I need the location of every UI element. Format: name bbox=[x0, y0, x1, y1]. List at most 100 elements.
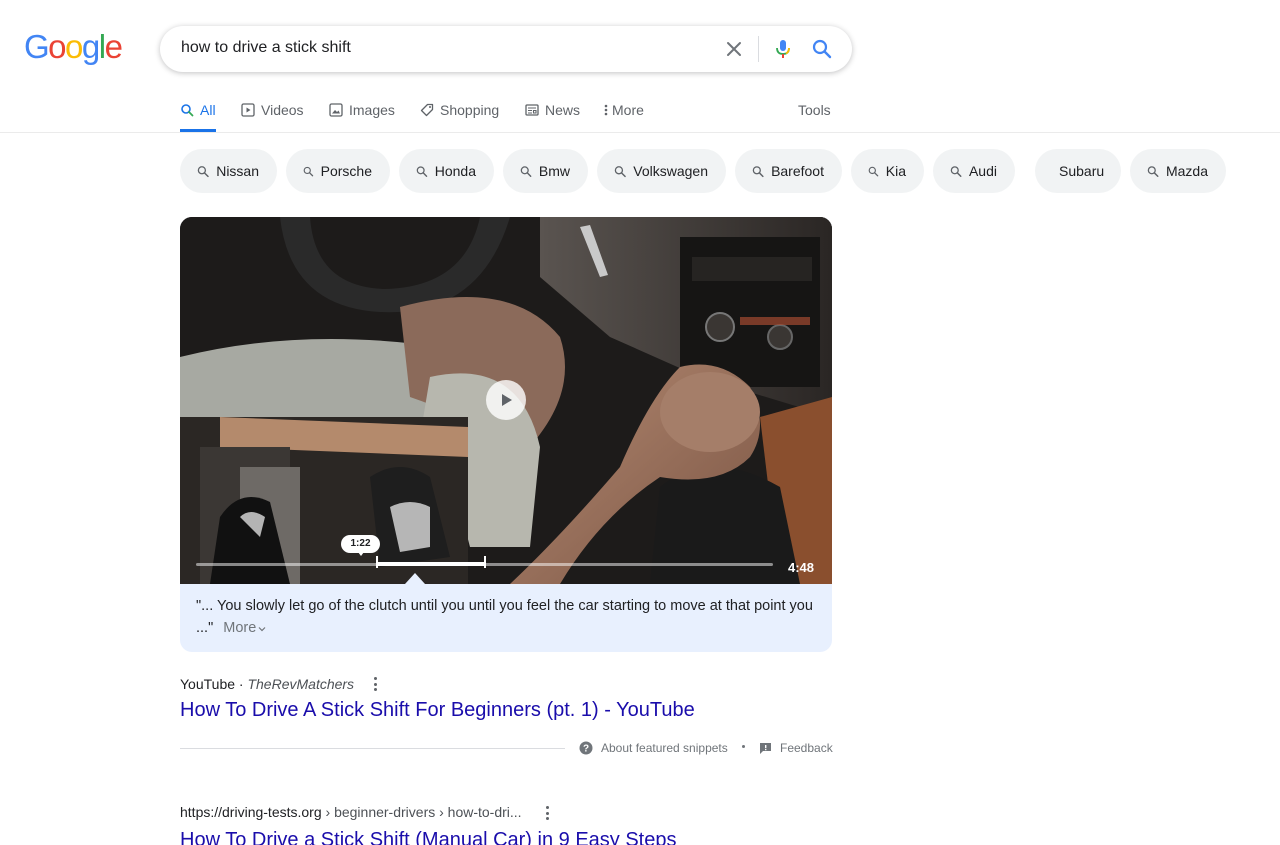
featured-video-card: 1:22 4:48 "... You slowly let go of the … bbox=[180, 217, 832, 652]
source-site: YouTube bbox=[180, 676, 236, 692]
logo-letter: g bbox=[81, 28, 100, 65]
transcript-snippet: "... You slowly let go of the clutch unt… bbox=[196, 595, 821, 639]
tab-label: Videos bbox=[261, 102, 304, 118]
search-icon bbox=[752, 165, 764, 177]
chip-subaru[interactable]: Subaru bbox=[1035, 149, 1121, 193]
logo-letter: o bbox=[48, 28, 66, 65]
help-icon: ? bbox=[579, 741, 593, 755]
tab-shopping[interactable]: Shopping bbox=[420, 100, 499, 132]
search-divider bbox=[758, 36, 759, 62]
chip-barefoot[interactable]: Barefoot bbox=[735, 149, 842, 193]
result-source: YouTube · TheRevMatchers bbox=[180, 676, 354, 692]
search-icon bbox=[303, 166, 314, 176]
more-button[interactable]: More bbox=[223, 620, 266, 636]
feedback-label: Feedback bbox=[780, 741, 833, 755]
play-button[interactable] bbox=[486, 380, 526, 420]
search-icon bbox=[520, 165, 532, 177]
tab-label: More bbox=[612, 102, 644, 118]
tools-label: Tools bbox=[798, 102, 831, 118]
chip-mazda[interactable]: Mazda bbox=[1130, 149, 1226, 193]
tab-all[interactable]: All bbox=[180, 100, 216, 132]
result-url: https://driving-tests.org › beginner-dri… bbox=[180, 804, 522, 820]
image-icon bbox=[329, 103, 343, 117]
google-logo[interactable]: Google bbox=[24, 28, 123, 65]
tab-label: News bbox=[545, 102, 581, 118]
chip-label: Nissan bbox=[216, 163, 259, 179]
tab-label: All bbox=[200, 102, 216, 118]
microphone-icon bbox=[776, 40, 790, 58]
dot bbox=[373, 682, 377, 686]
search-icon bbox=[868, 166, 879, 176]
footer-dot bbox=[742, 745, 745, 748]
search-box[interactable]: how to drive a stick shift bbox=[160, 26, 852, 72]
clear-search-button[interactable] bbox=[724, 39, 744, 59]
search-icon bbox=[416, 165, 428, 177]
chip-label: Volkswagen bbox=[633, 163, 708, 179]
dot bbox=[545, 806, 549, 809]
svg-text:?: ? bbox=[583, 744, 589, 755]
chip-audi[interactable]: Audi bbox=[933, 149, 1015, 193]
chip-label: Audi bbox=[968, 163, 997, 179]
chip-label: Barefoot bbox=[771, 163, 824, 179]
clip-start-marker bbox=[376, 556, 378, 568]
video-thumbnail[interactable]: 1:22 4:48 bbox=[180, 217, 832, 584]
tab-label: Images bbox=[349, 102, 395, 118]
chip-nissan[interactable]: Nissan bbox=[180, 149, 277, 193]
footer-divider bbox=[180, 748, 565, 749]
dot bbox=[545, 811, 549, 815]
chip-honda[interactable]: Honda bbox=[399, 149, 494, 193]
tab-news[interactable]: News bbox=[525, 100, 580, 132]
result-breadcrumb: › beginner-drivers › how-to-dri... bbox=[321, 804, 522, 820]
result-options-button[interactable] bbox=[369, 676, 381, 692]
header-divider bbox=[0, 132, 1280, 133]
tag-icon bbox=[420, 103, 434, 117]
search-icon bbox=[181, 104, 194, 117]
about-featured-snippets-link[interactable]: ? About featured snippets bbox=[579, 741, 728, 755]
close-icon bbox=[727, 42, 741, 56]
chip-label: Bmw bbox=[538, 163, 570, 179]
highlighted-clip-segment bbox=[376, 556, 486, 568]
source-separator: · bbox=[235, 676, 248, 692]
chip-label: Subaru bbox=[1059, 163, 1105, 179]
search-icon bbox=[614, 165, 626, 177]
logo-letter: o bbox=[65, 28, 83, 65]
result-title-link[interactable]: How To Drive A Stick Shift For Beginners… bbox=[180, 699, 695, 722]
chip-porsche[interactable]: Porsche bbox=[286, 149, 390, 193]
about-label: About featured snippets bbox=[601, 741, 728, 755]
video-icon bbox=[241, 103, 255, 117]
snippet-text: "... You slowly let go of the clutch unt… bbox=[196, 598, 813, 636]
tools-button[interactable]: Tools bbox=[798, 100, 831, 132]
news-icon bbox=[525, 104, 539, 116]
more-vert-icon bbox=[604, 104, 608, 116]
play-icon bbox=[502, 394, 512, 406]
chip-bmw[interactable]: Bmw bbox=[503, 149, 588, 193]
chip-volkswagen[interactable]: Volkswagen bbox=[597, 149, 726, 193]
video-progress-bar[interactable] bbox=[196, 556, 773, 568]
logo-letter: G bbox=[24, 28, 50, 65]
dot bbox=[373, 677, 377, 680]
tab-videos[interactable]: Videos bbox=[241, 100, 304, 132]
tab-images[interactable]: Images bbox=[329, 100, 395, 132]
dot bbox=[373, 688, 377, 691]
chip-label: Kia bbox=[885, 163, 906, 179]
search-icon bbox=[812, 39, 832, 59]
search-input[interactable]: how to drive a stick shift bbox=[181, 39, 351, 57]
search-button[interactable] bbox=[811, 38, 833, 60]
result-title-link[interactable]: How To Drive a Stick Shift (Manual Car) … bbox=[180, 829, 676, 845]
chip-kia[interactable]: Kia bbox=[851, 149, 924, 193]
source-author: TheRevMatchers bbox=[247, 676, 355, 692]
chip-label: Porsche bbox=[320, 163, 372, 179]
result-options-button[interactable] bbox=[541, 805, 553, 821]
search-icon bbox=[950, 165, 962, 177]
tab-more[interactable]: More bbox=[604, 100, 644, 132]
more-label: More bbox=[223, 620, 257, 636]
video-duration: 4:48 bbox=[788, 560, 815, 575]
clip-end-marker bbox=[484, 556, 486, 568]
voice-search-button[interactable] bbox=[772, 38, 794, 60]
dot bbox=[545, 817, 549, 820]
chip-label: Honda bbox=[434, 163, 476, 179]
tab-label: Shopping bbox=[440, 102, 500, 118]
clip-start-time: 1:22 bbox=[341, 535, 380, 556]
search-icon bbox=[197, 165, 209, 177]
feedback-link[interactable]: Feedback bbox=[759, 741, 833, 755]
